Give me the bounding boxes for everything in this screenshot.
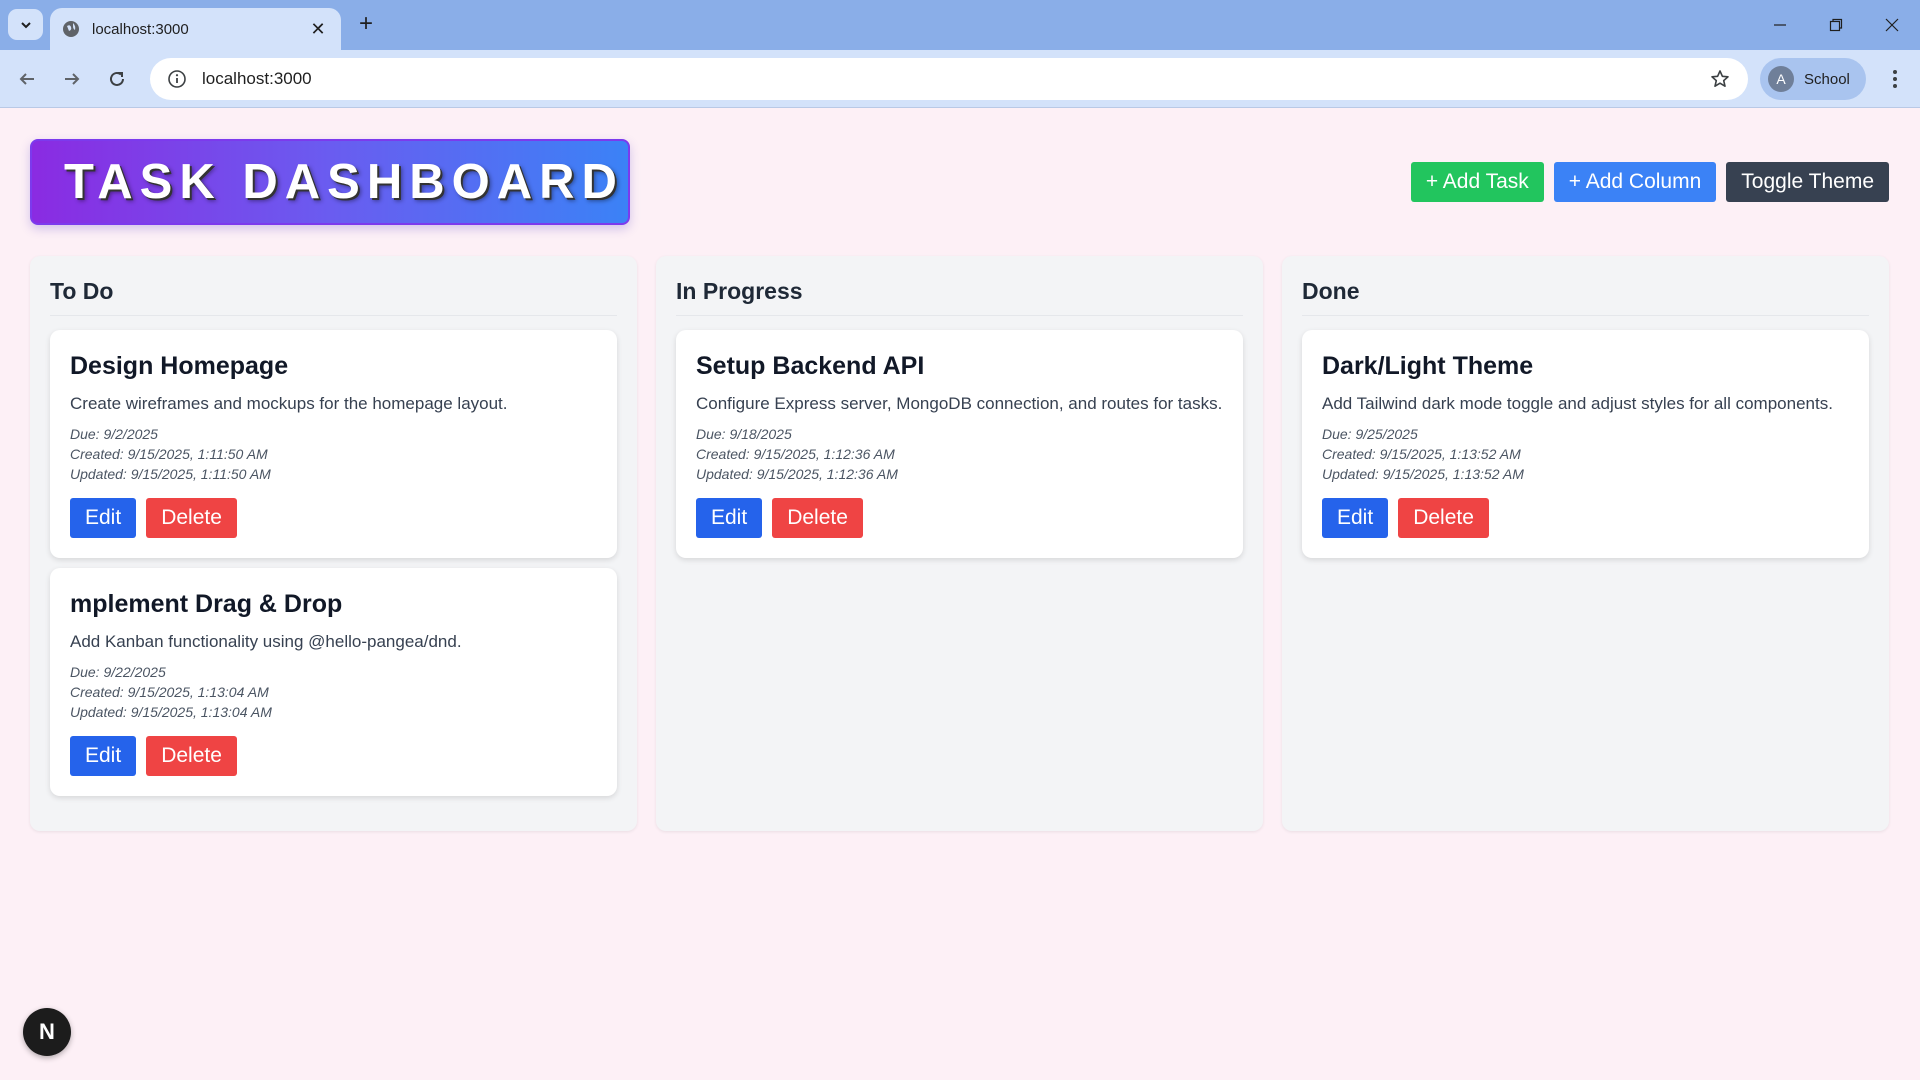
task-updated-date: Updated: 9/15/2025, 1:13:04 AM — [70, 704, 272, 720]
close-window-icon[interactable] — [1864, 0, 1920, 50]
task-updated-date: Updated: 9/15/2025, 1:11:50 AM — [70, 466, 271, 482]
task-title: Setup Backend API — [696, 352, 925, 380]
task-card[interactable]: Dark/Light Theme Add Tailwind dark mode … — [1302, 330, 1869, 558]
column-in-progress: In Progress Setup Backend API Configure … — [656, 256, 1263, 831]
window-controls — [1752, 0, 1920, 50]
delete-task-button[interactable]: Delete — [146, 498, 237, 538]
back-icon[interactable] — [10, 62, 44, 96]
profile-button[interactable]: A School — [1760, 58, 1866, 100]
task-created-date: Created: 9/15/2025, 1:12:36 AM — [696, 446, 895, 462]
task-due-date: Due: 9/25/2025 — [1322, 426, 1418, 442]
restore-icon[interactable] — [1808, 0, 1864, 50]
task-title: mplement Drag & Drop — [70, 590, 343, 618]
tab-strip: localhost:3000 ✕ + — [0, 0, 1920, 50]
task-title: Dark/Light Theme — [1322, 352, 1534, 380]
site-info-icon[interactable] — [166, 68, 188, 90]
edit-task-button[interactable]: Edit — [70, 736, 137, 776]
edit-task-button[interactable]: Edit — [696, 498, 763, 538]
delete-task-button[interactable]: Delete — [772, 498, 863, 538]
task-due-date: Due: 9/22/2025 — [70, 664, 166, 680]
browser-toolbar: localhost:3000 A School — [0, 50, 1920, 108]
column-to-do: To Do Design Homepage Create wireframes … — [30, 256, 637, 831]
task-description: Configure Express server, MongoDB connec… — [696, 394, 1223, 413]
tab-title: localhost:3000 — [92, 20, 189, 38]
minimize-icon[interactable] — [1752, 0, 1808, 50]
forward-icon[interactable] — [55, 62, 89, 96]
url-text[interactable]: localhost:3000 — [202, 69, 1708, 89]
task-due-date: Due: 9/2/2025 — [70, 426, 158, 442]
globe-icon — [63, 21, 79, 37]
task-title: Design Homepage — [70, 352, 289, 380]
dashboard-title-banner: TASK DASHBOARD — [30, 139, 630, 225]
tab-search-button[interactable] — [8, 9, 43, 40]
browser-tab[interactable]: localhost:3000 ✕ — [50, 8, 341, 50]
new-tab-button[interactable]: + — [352, 10, 380, 38]
task-created-date: Created: 9/15/2025, 1:11:50 AM — [70, 446, 268, 462]
nextjs-dev-indicator-icon[interactable]: N — [23, 1008, 71, 1056]
delete-task-button[interactable]: Delete — [146, 736, 237, 776]
task-description: Add Kanban functionality using @hello-pa… — [70, 632, 462, 651]
edit-task-button[interactable]: Edit — [1322, 498, 1389, 538]
task-description: Create wireframes and mockups for the ho… — [70, 394, 508, 413]
toggle-theme-button[interactable]: Toggle Theme — [1726, 162, 1889, 202]
add-task-button[interactable]: + Add Task — [1410, 162, 1544, 202]
task-updated-date: Updated: 9/15/2025, 1:13:52 AM — [1322, 466, 1524, 482]
delete-task-button[interactable]: Delete — [1398, 498, 1489, 538]
address-bar[interactable]: localhost:3000 — [150, 58, 1748, 100]
task-created-date: Created: 9/15/2025, 1:13:04 AM — [70, 684, 269, 700]
column-done: Done Dark/Light Theme Add Tailwind dark … — [1282, 256, 1889, 831]
task-card[interactable]: Setup Backend API Configure Express serv… — [676, 330, 1243, 558]
task-due-date: Due: 9/18/2025 — [696, 426, 792, 442]
add-column-button[interactable]: + Add Column — [1553, 162, 1717, 202]
task-description: Add Tailwind dark mode toggle and adjust… — [1322, 394, 1833, 413]
task-updated-date: Updated: 9/15/2025, 1:12:36 AM — [696, 466, 898, 482]
task-card[interactable]: Design Homepage Create wireframes and mo… — [50, 330, 617, 558]
avatar: A — [1768, 66, 1794, 92]
task-created-date: Created: 9/15/2025, 1:13:52 AM — [1322, 446, 1521, 462]
profile-name: School — [1804, 70, 1850, 88]
header-actions: + Add Task + Add Column Toggle Theme — [1410, 162, 1889, 202]
close-tab-icon[interactable]: ✕ — [307, 19, 329, 40]
column-title: In Progress — [676, 278, 1243, 316]
bookmark-star-icon[interactable] — [1708, 67, 1732, 91]
column-title: To Do — [50, 278, 617, 316]
column-title: Done — [1302, 278, 1869, 316]
browser-menu-icon[interactable] — [1880, 62, 1910, 96]
page-title: TASK DASHBOARD — [64, 155, 624, 209]
edit-task-button[interactable]: Edit — [70, 498, 137, 538]
chevron-down-icon — [20, 21, 31, 28]
task-card[interactable]: mplement Drag & Drop Add Kanban function… — [50, 568, 617, 796]
reload-icon[interactable] — [100, 62, 134, 96]
